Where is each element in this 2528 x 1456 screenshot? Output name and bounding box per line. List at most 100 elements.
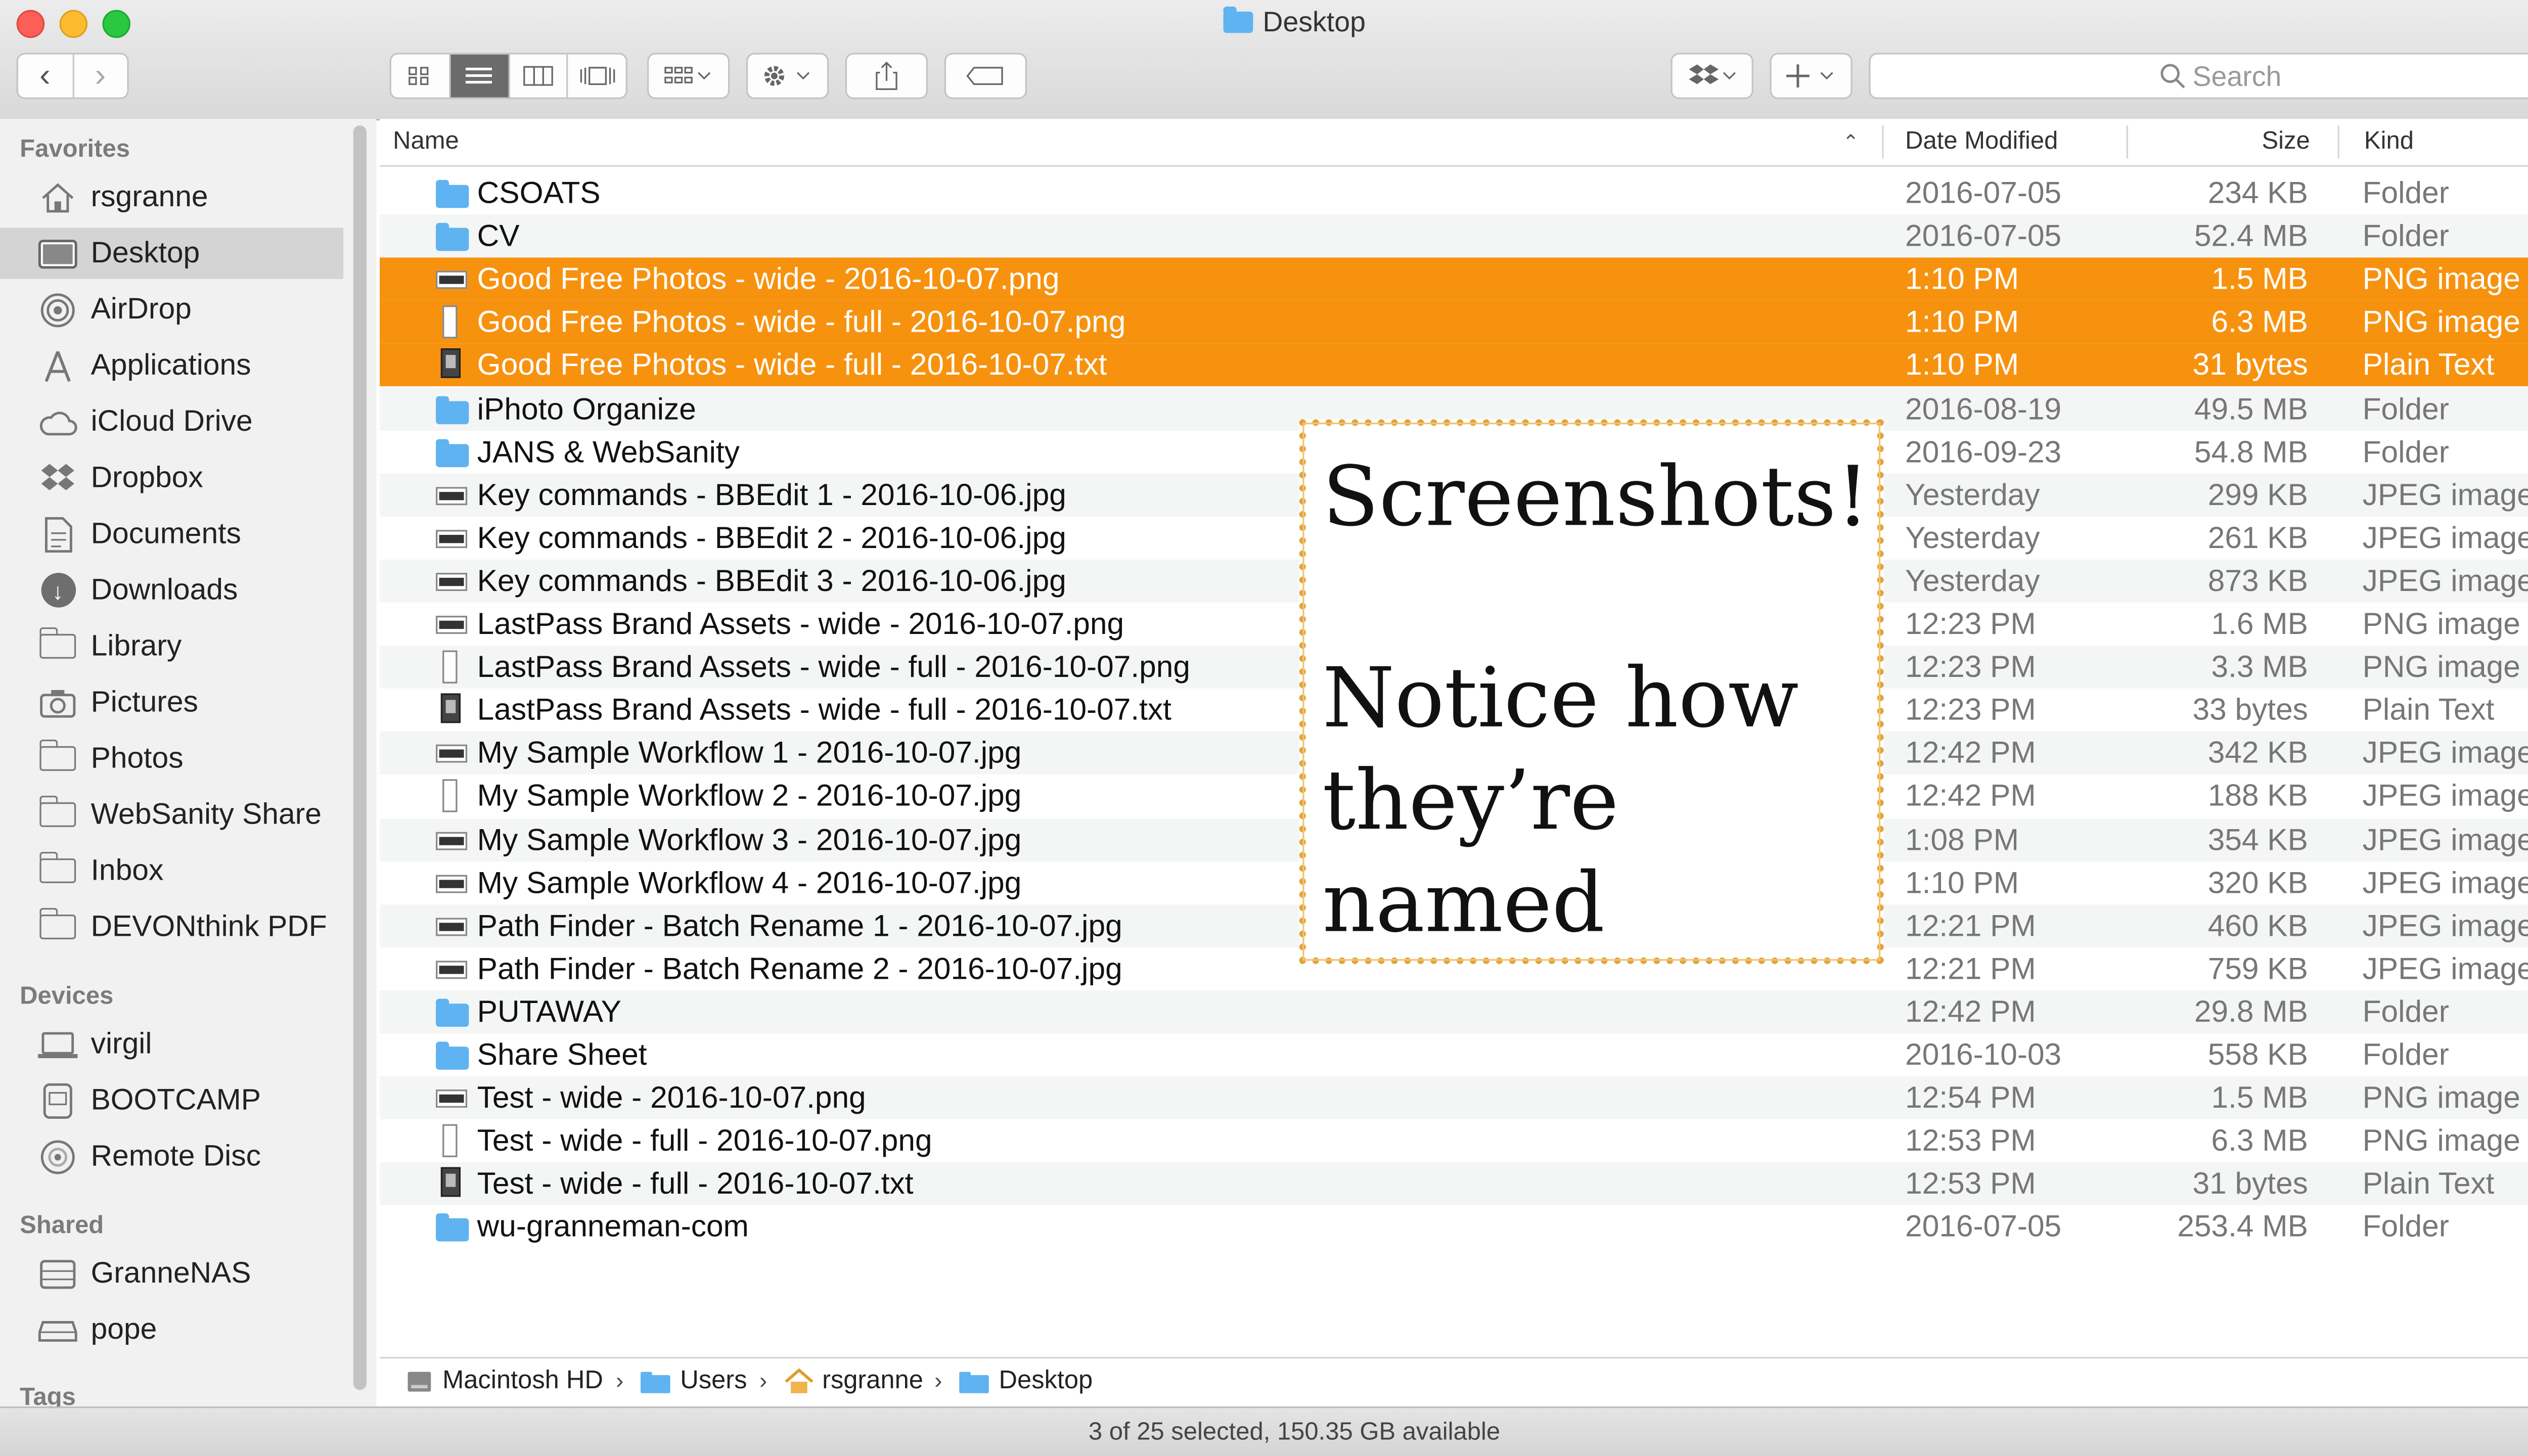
file-kind: Plain Text (2362, 1166, 2495, 1201)
file-size: 299 KB (2207, 476, 2308, 512)
file-row[interactable]: Good Free Photos - wide - 2016-10-07.png… (380, 257, 2528, 301)
file-row[interactable]: PUTAWAY 12:42 PM 29.8 MB Folder (380, 990, 2528, 1033)
callout-line: Notice how (1322, 650, 1799, 746)
path-chevron-icon: › (934, 1367, 942, 1393)
file-row[interactable]: wu-granneman-com 2016-07-05 253.4 MB Folder (380, 1206, 2528, 1249)
file-name: PUTAWAY (477, 993, 621, 1028)
column-name[interactable]: Name (393, 119, 459, 165)
sidebar-item-websanity-share[interactable]: WebSanity Share (0, 789, 343, 840)
path-item-rsgranne[interactable]: rsgranne (784, 1367, 923, 1397)
file-size: 1.6 MB (2211, 606, 2308, 641)
file-row[interactable]: Good Free Photos - wide - full - 2016-10… (380, 301, 2528, 344)
home-icon (785, 1368, 814, 1393)
folder-icon (436, 395, 469, 424)
sidebar-item-virgil[interactable]: virgil (0, 1019, 343, 1070)
icon-view-button[interactable] (391, 54, 450, 98)
home-icon (38, 181, 77, 214)
sidebar-item-rsgranne[interactable]: rsgranne (0, 172, 343, 223)
sidebar-item-icloud-drive[interactable]: iCloud Drive (0, 396, 343, 447)
file-size: 54.8 MB (2194, 433, 2308, 469)
file-kind: PNG image (2362, 304, 2520, 339)
tag-icon (966, 67, 1003, 85)
sidebar-item-airdrop[interactable]: AirDrop (0, 284, 343, 335)
arrange-grid-icon (664, 67, 711, 83)
sidebar-section-devices: Devices (20, 982, 114, 1011)
image-file-icon (436, 486, 468, 505)
file-size: 460 KB (2207, 907, 2308, 942)
window-title: Desktop (0, 7, 2528, 39)
path-item-desktop[interactable]: Desktop (959, 1367, 1093, 1397)
file-date-modified: 12:42 PM (1905, 778, 2036, 813)
search-input[interactable]: Search (1869, 53, 2528, 99)
cover-flow-view-button[interactable] (568, 55, 625, 98)
desktop-icon (38, 237, 77, 270)
column-view-button[interactable] (509, 54, 569, 98)
path-item-users[interactable]: Users (640, 1367, 747, 1397)
path-item-macintosh-hd[interactable]: Macintosh HD (406, 1367, 603, 1397)
grid-icon (409, 67, 429, 85)
file-size: 253.4 MB (2177, 1209, 2308, 1244)
file-row[interactable]: CV 2016-07-05 52.4 MB Folder (380, 214, 2528, 258)
image-file-icon (436, 917, 468, 936)
folder-icon (959, 1372, 989, 1393)
tags-button[interactable] (944, 53, 1027, 99)
image-file-icon (436, 831, 468, 849)
sidebar-item-inbox[interactable]: Inbox (0, 845, 343, 896)
sidebar-item-pictures[interactable]: Pictures (0, 677, 343, 728)
image-file-icon (436, 572, 468, 591)
dropbox-icon (38, 462, 77, 494)
file-size: 873 KB (2207, 563, 2308, 598)
file-kind: Plain Text (2362, 692, 2495, 727)
sidebar-scrollbar[interactable] (353, 125, 367, 1390)
disc-icon (38, 1139, 77, 1173)
file-date-modified: 2016-07-05 (1905, 218, 2062, 253)
column-size[interactable]: Size (2262, 119, 2310, 165)
sidebar-item-photos[interactable]: Photos (0, 733, 343, 784)
file-date-modified: 2016-07-05 (1905, 1209, 2062, 1244)
sidebar-item-bootcamp[interactable]: BOOTCAMP (0, 1075, 343, 1126)
file-date-modified: 12:42 PM (1905, 735, 2036, 770)
file-date-modified: 1:10 PM (1905, 304, 2019, 339)
file-size: 1.5 MB (2211, 1079, 2308, 1115)
sidebar-item-pope[interactable]: pope (0, 1304, 343, 1355)
share-button[interactable] (845, 53, 928, 99)
drive-icon (38, 1082, 77, 1118)
file-name: My Sample Workflow 3 - 2016-10-07.jpg (477, 821, 1022, 856)
file-kind: JPEG image (2362, 950, 2528, 985)
sidebar-item-library[interactable]: Library (0, 621, 343, 672)
column-date-modified[interactable]: Date Modified (1905, 119, 2058, 165)
folder-icon (38, 627, 76, 659)
chevron-left-icon[interactable]: ‹ (18, 54, 74, 98)
arrange-button[interactable] (647, 53, 730, 99)
dropbox-button[interactable] (1671, 53, 1753, 99)
file-size: 3.3 MB (2211, 649, 2308, 684)
file-name: Good Free Photos - wide - full - 2016-10… (477, 304, 1126, 339)
sidebar-item-grannenas[interactable]: GranneNAS (0, 1248, 343, 1299)
sidebar-item-downloads[interactable]: ↓ Downloads (0, 565, 343, 616)
sidebar-item-remote-disc[interactable]: Remote Disc (0, 1131, 343, 1182)
action-button[interactable] (746, 53, 829, 99)
back-forward-group: ‹ › (16, 53, 129, 99)
file-row[interactable]: Test - wide - full - 2016-10-07.txt 12:53… (380, 1162, 2528, 1206)
file-row[interactable]: Test - wide - full - 2016-10-07.png 12:53… (380, 1119, 2528, 1162)
file-date-modified: 12:21 PM (1905, 907, 2036, 942)
new-item-button[interactable] (1770, 53, 1853, 99)
sidebar-item-dropbox[interactable]: Dropbox (0, 452, 343, 504)
file-kind: JPEG image (2362, 563, 2528, 598)
file-name: LastPass Brand Assets - wide - full - 20… (477, 692, 1171, 727)
file-kind: PNG image (2362, 606, 2520, 641)
file-row[interactable]: CSOATS 2016-07-05 234 KB Folder (380, 172, 2528, 215)
search-icon (2160, 64, 2185, 88)
sidebar-item-documents[interactable]: Documents (0, 509, 343, 560)
file-kind: PNG image (2362, 1123, 2520, 1158)
chevron-right-icon[interactable]: › (73, 55, 127, 98)
sidebar-item-applications[interactable]: Applications (0, 340, 343, 391)
image-file-icon (436, 874, 468, 893)
file-row[interactable]: Good Free Photos - wide - full - 2016-10… (380, 344, 2528, 387)
file-row[interactable]: Test - wide - 2016-10-07.png 12:54 PM 1.5 … (380, 1076, 2528, 1120)
sidebar-item-devonthink-pdf[interactable]: DEVONthink PDF (0, 901, 343, 952)
list-view-button[interactable] (450, 54, 510, 98)
column-kind[interactable]: Kind (2364, 119, 2414, 165)
sidebar-item-desktop[interactable]: Desktop (0, 228, 344, 279)
file-row[interactable]: Share Sheet 2016-10-03 558 KB Folder (380, 1033, 2528, 1076)
